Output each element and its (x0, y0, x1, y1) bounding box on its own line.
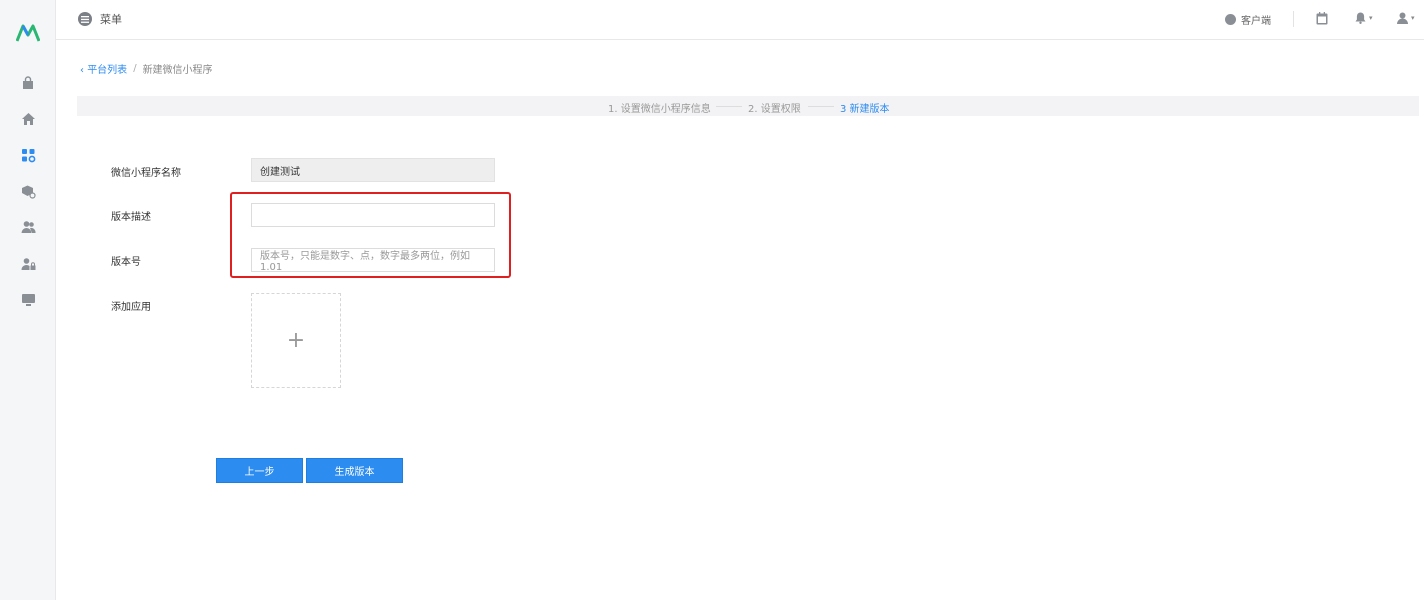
generate-version-button[interactable]: 生成版本 (306, 458, 403, 483)
name-field: 创建测试 (251, 158, 495, 182)
breadcrumb-separator: / (133, 63, 137, 74)
back-link[interactable]: ‹ 平台列表 (80, 61, 127, 76)
client-icon (1225, 14, 1236, 25)
step-2: 2. 设置权限 (748, 104, 801, 115)
prev-step-button[interactable]: 上一步 (216, 458, 303, 483)
box-settings-icon[interactable] (20, 183, 36, 199)
name-label: 微信小程序名称 (111, 168, 181, 179)
step-connector (808, 106, 834, 107)
top-bar: 菜单 客户端 ▾ ▾ (56, 0, 1424, 40)
menu-label: 菜单 (100, 13, 122, 26)
step-indicator: 1. 设置微信小程序信息 2. 设置权限 3 新建版本 (77, 96, 1419, 116)
calendar-icon[interactable] (1316, 12, 1328, 25)
home-icon[interactable] (20, 111, 36, 127)
monitor-icon[interactable] (20, 292, 36, 308)
version-label: 版本号 (111, 257, 141, 268)
menu-icon (78, 12, 92, 26)
divider (1293, 11, 1294, 27)
logo (15, 24, 41, 42)
add-app-label: 添加应用 (111, 302, 151, 313)
notification-menu[interactable]: ▾ (1355, 12, 1373, 24)
users-icon[interactable] (20, 219, 36, 235)
breadcrumb-current: 新建微信小程序 (142, 65, 213, 76)
client-label: 客户端 (1241, 16, 1271, 27)
client-link[interactable]: 客户端 (1225, 12, 1271, 27)
plus-icon: + (286, 327, 306, 353)
user-menu[interactable]: ▾ (1397, 12, 1415, 24)
highlight-box (230, 192, 511, 278)
user-lock-icon[interactable] (20, 256, 36, 272)
menu-toggle[interactable]: 菜单 (78, 11, 122, 27)
sidebar (0, 0, 56, 600)
step-connector (716, 106, 742, 107)
step-3: 3 新建版本 (840, 104, 890, 115)
chevron-down-icon: ▾ (1369, 14, 1373, 22)
bag-icon[interactable] (20, 75, 36, 91)
breadcrumb: ‹ 平台列表 / 新建微信小程序 (80, 61, 213, 76)
back-link-label: 平台列表 (87, 65, 128, 76)
apps-settings-icon[interactable] (20, 147, 36, 163)
add-app-upload[interactable]: + (251, 293, 341, 388)
user-icon (1397, 12, 1408, 24)
chevron-down-icon: ▾ (1411, 14, 1415, 22)
bell-icon (1355, 12, 1366, 24)
desc-label: 版本描述 (111, 212, 151, 223)
step-1: 1. 设置微信小程序信息 (608, 104, 711, 115)
